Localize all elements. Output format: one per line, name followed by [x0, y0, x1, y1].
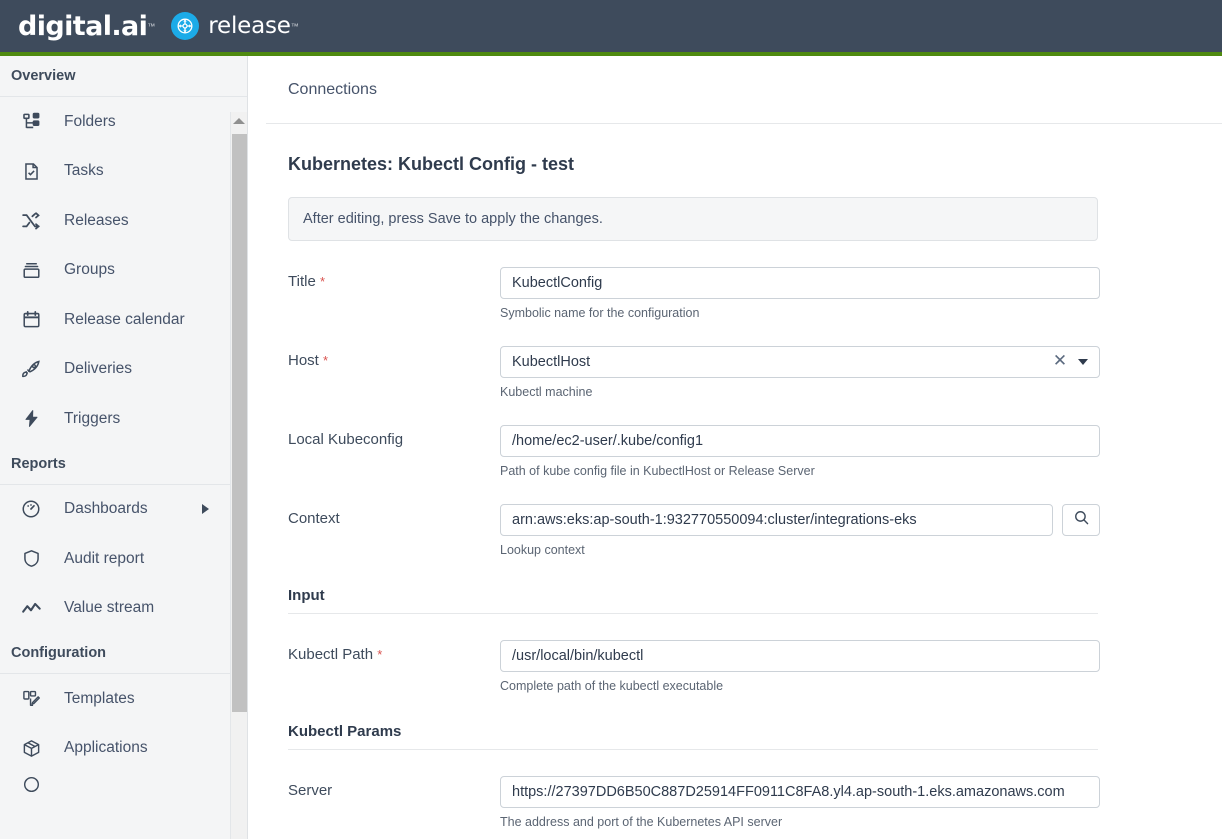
chevron-right-icon[interactable] [202, 504, 209, 515]
sidebar-item-label: Folders [64, 112, 116, 130]
field-label-title: Title * [288, 267, 500, 320]
caret-up-icon [233, 117, 245, 124]
releases-icon [18, 208, 44, 234]
breadcrumb: Connections [266, 56, 1222, 124]
sidebar-item-label: Groups [64, 261, 115, 279]
label-text: Host [288, 352, 319, 369]
sidebar-item-folders[interactable]: Folders [0, 97, 247, 147]
trend-line-icon [18, 595, 44, 621]
sidebar: Overview Folders Tasks Releases Groups R… [0, 56, 248, 839]
sidebar-item-deliveries[interactable]: Deliveries [0, 345, 247, 395]
sidebar-item-label: Releases [64, 211, 129, 229]
field-row-title: Title * Symbolic name for the configurat… [288, 267, 1200, 320]
release-compass-icon [171, 12, 200, 40]
field-row-context: Context Lookup context [288, 504, 1200, 557]
partial-item-icon [18, 773, 44, 795]
field-row-host: Host * KubectlHost ✕ Kubectl machine [288, 346, 1200, 399]
label-text: Kubectl Path [288, 646, 374, 663]
sidebar-item-label: Audit report [64, 549, 145, 567]
field-label-local-kubeconfig: Local Kubeconfig [288, 431, 404, 448]
section-header-input: Input [288, 587, 1098, 614]
sidebar-item-groups[interactable]: Groups [0, 246, 247, 296]
sidebar-item-templates[interactable]: Templates [0, 674, 247, 724]
chevron-down-icon[interactable] [1078, 359, 1088, 365]
field-label-kubectl-path: Kubectl Path * [288, 640, 500, 693]
release-trademark-icon: ™ [290, 21, 299, 31]
sidebar-item-audit-report[interactable]: Audit report [0, 534, 247, 584]
configuration-form: Kubernetes: Kubectl Config - test After … [266, 124, 1222, 839]
search-icon [1073, 509, 1090, 531]
release-wordmark: release [208, 13, 291, 39]
host-select[interactable]: KubectlHost ✕ [500, 346, 1100, 378]
sidebar-item-release-calendar[interactable]: Release calendar [0, 295, 247, 345]
templates-icon [18, 686, 44, 712]
calendar-icon [18, 307, 44, 333]
gauge-icon [18, 496, 44, 522]
context-lookup-button[interactable] [1062, 504, 1100, 536]
sidebar-item-label: Value stream [64, 599, 155, 617]
field-row-local-kubeconfig: Local Kubeconfig Path of kube config fil… [288, 425, 1200, 478]
field-help-server: The address and port of the Kubernetes A… [500, 815, 783, 829]
field-help-kubectl-path: Complete path of the kubectl executable [500, 679, 724, 693]
required-marker: * [377, 647, 383, 662]
folders-icon [18, 109, 44, 135]
sidebar-item-label: Dashboards [64, 500, 148, 518]
rocket-icon [18, 356, 44, 382]
field-row-server: Server The address and port of the Kuber… [288, 776, 1200, 829]
field-label-host: Host * [288, 346, 500, 399]
hint-text: After editing, press Save to apply the c… [303, 211, 603, 227]
digital-ai-logo[interactable]: digital.ai ™ [18, 11, 155, 42]
field-help-host: Kubectl machine [500, 385, 593, 399]
hint-banner: After editing, press Save to apply the c… [288, 197, 1098, 241]
sidebar-group-overview: Overview [0, 56, 247, 97]
title-input[interactable] [500, 267, 1100, 299]
kubectl-path-input[interactable] [500, 640, 1100, 672]
main-content: Connections Kubernetes: Kubectl Config -… [266, 56, 1222, 839]
field-row-kubectl-path: Kubectl Path * Complete path of the kube… [288, 640, 1200, 693]
brand-trademark-icon: ™ [147, 21, 156, 31]
server-input[interactable] [500, 776, 1100, 808]
sidebar-item-value-stream[interactable]: Value stream [0, 584, 247, 634]
sidebar-item-releases[interactable]: Releases [0, 196, 247, 246]
field-help-local-kubeconfig: Path of kube config file in KubectlHost … [500, 464, 815, 478]
sidebar-item-triggers[interactable]: Triggers [0, 394, 247, 444]
scrollbar-thumb[interactable] [232, 134, 247, 712]
sidebar-item-label: Deliveries [64, 360, 133, 378]
shield-icon [18, 546, 44, 572]
breadcrumb-item-connections[interactable]: Connections [288, 81, 377, 99]
field-label-context: Context [288, 510, 340, 527]
host-selected-value: KubectlHost [512, 354, 591, 370]
sidebar-item-label: Triggers [64, 409, 121, 427]
sidebar-item-tasks[interactable]: Tasks [0, 147, 247, 197]
tasks-icon [18, 158, 44, 184]
sidebar-item-label: Release calendar [64, 310, 185, 328]
release-product-badge[interactable]: release ™ [171, 12, 299, 40]
sidebar-item-label: Applications [64, 739, 148, 757]
app-header: digital.ai ™ release ™ [0, 0, 1222, 52]
sidebar-item-dashboards[interactable]: Dashboards [0, 485, 247, 535]
field-label-server: Server [288, 782, 333, 799]
required-marker: * [319, 274, 326, 289]
sidebar-item-applications[interactable]: Applications [0, 724, 247, 774]
sidebar-item-label: Tasks [64, 162, 104, 180]
clear-icon[interactable]: ✕ [1051, 353, 1069, 371]
page-title: Kubernetes: Kubectl Config - test [288, 154, 575, 174]
groups-icon [18, 257, 44, 283]
section-header-kubectl-params: Kubectl Params [288, 723, 1098, 750]
sidebar-scrollbar[interactable] [230, 112, 247, 839]
sidebar-item-label: Templates [64, 689, 135, 707]
context-input[interactable] [500, 504, 1053, 536]
lightning-icon [18, 406, 44, 432]
field-help-title: Symbolic name for the configuration [500, 306, 700, 320]
brand-wordmark: digital.ai [18, 10, 148, 42]
package-icon [18, 735, 44, 761]
required-marker: * [323, 353, 329, 368]
sidebar-group-reports: Reports [0, 443, 247, 485]
scroll-up-button[interactable] [231, 112, 247, 129]
local-kubeconfig-input[interactable] [500, 425, 1100, 457]
sidebar-group-configuration: Configuration [0, 633, 247, 674]
sidebar-item-partially-visible[interactable] [0, 773, 247, 795]
label-text: Title [288, 273, 316, 290]
field-help-context: Lookup context [500, 543, 585, 557]
